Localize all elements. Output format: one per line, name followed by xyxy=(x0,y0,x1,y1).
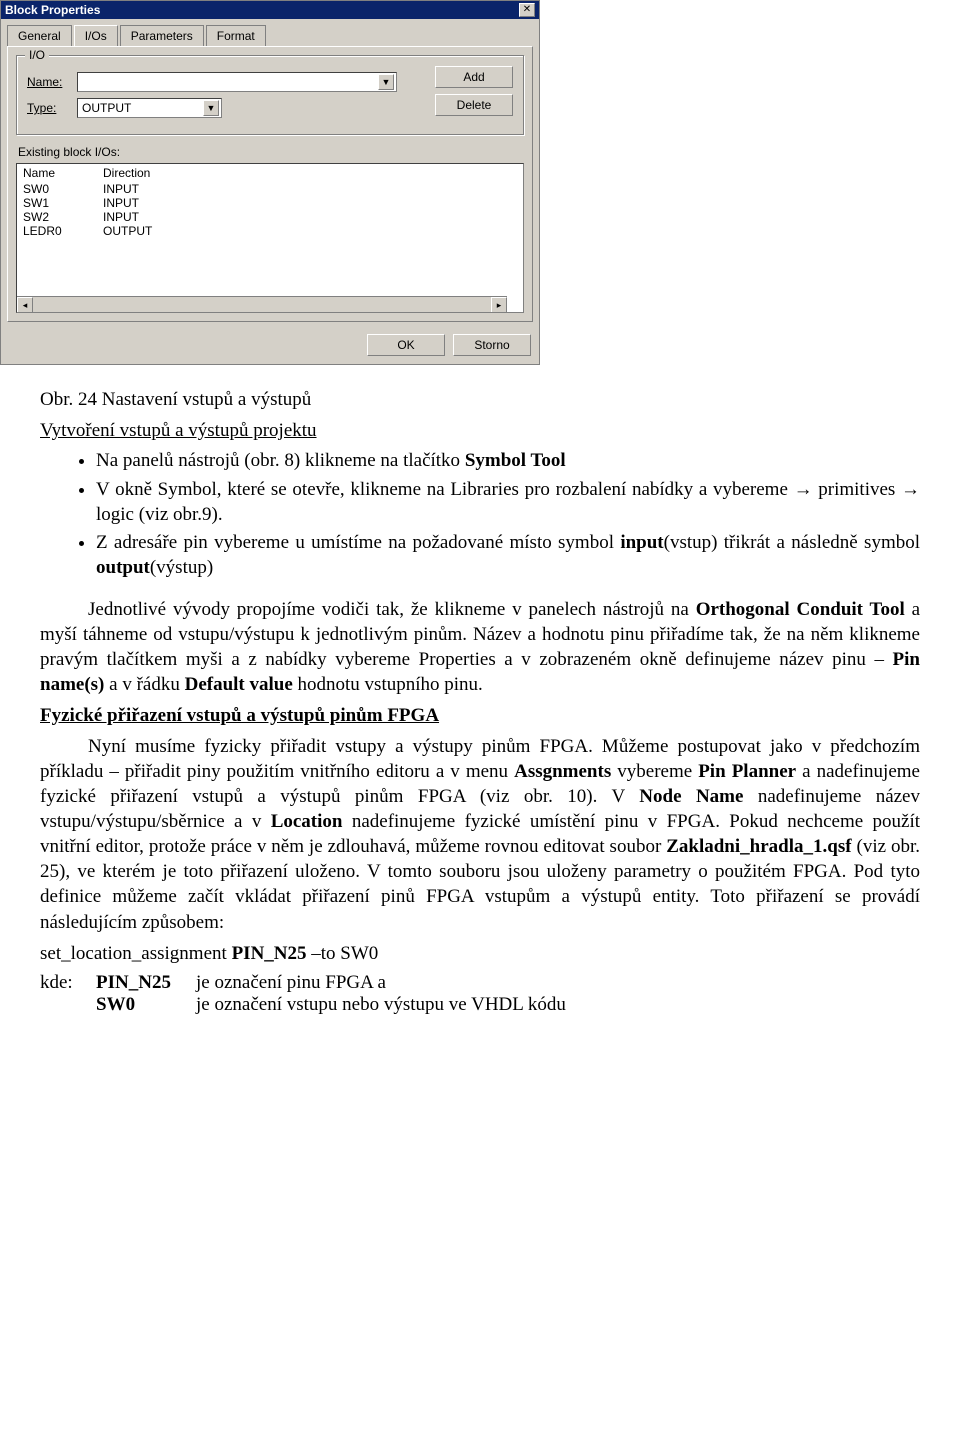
dialog-title: Block Properties xyxy=(5,3,100,17)
scroll-left-icon[interactable]: ◂ xyxy=(17,297,33,313)
name-label: Name: xyxy=(27,75,77,89)
delete-button[interactable]: Delete xyxy=(435,94,513,116)
dialog-tabs: General I/Os Parameters Format xyxy=(1,19,539,46)
table-row[interactable]: SW2 INPUT xyxy=(17,210,523,224)
existing-ios-label: Existing block I/Os: xyxy=(18,145,524,159)
paragraph-1: Jednotlivé vývody propojíme vodiči tak, … xyxy=(40,597,920,697)
type-value: OUTPUT xyxy=(82,101,131,115)
io-legend: I/O xyxy=(25,48,49,62)
block-properties-dialog: Block Properties ✕ General I/Os Paramete… xyxy=(0,0,540,365)
dialog-footer: OK Storno xyxy=(1,328,539,364)
paragraph-2: Nyní musíme fyzicky přiřadit vstupy a vý… xyxy=(40,734,920,935)
table-row[interactable]: LEDR0 OUTPUT xyxy=(17,224,523,238)
ok-button[interactable]: OK xyxy=(367,334,445,356)
document-body: Obr. 24 Nastavení vstupů a výstupů Vytvo… xyxy=(0,365,960,1036)
definition-row-1: kde: PIN_N25 je označení pinu FPGA a xyxy=(40,972,920,994)
list-item: V okně Symbol, které se otevře, klikneme… xyxy=(96,478,920,527)
def-key-1: PIN_N25 xyxy=(96,972,196,994)
horizontal-scrollbar[interactable]: ◂ ▸ xyxy=(17,296,507,312)
scroll-right-icon[interactable]: ▸ xyxy=(491,297,507,313)
def-key-2: SW0 xyxy=(96,994,196,1016)
col-direction: Direction xyxy=(97,164,523,182)
type-label: Type: xyxy=(27,101,77,115)
cancel-button[interactable]: Storno xyxy=(453,334,531,356)
section-title-1: Vytvoření vstupů a výstupů projektu xyxy=(40,418,920,443)
table-row[interactable]: SW1 INPUT xyxy=(17,196,523,210)
col-name: Name xyxy=(17,164,97,182)
def-val-2: je označení vstupu nebo výstupu ve VHDL … xyxy=(196,994,566,1016)
dialog-titlebar[interactable]: Block Properties ✕ xyxy=(1,1,539,19)
io-listbox[interactable]: Name Direction SW0 INPUT SW1 INPUT SW2 I… xyxy=(16,163,524,313)
list-header: Name Direction xyxy=(17,164,523,182)
type-combo[interactable]: OUTPUT ▼ xyxy=(77,98,222,118)
tab-general[interactable]: General xyxy=(7,25,72,46)
code-line: set_location_assignment PIN_N25 –to SW0 xyxy=(40,941,920,966)
tab-format[interactable]: Format xyxy=(206,25,266,46)
add-button[interactable]: Add xyxy=(435,66,513,88)
close-icon[interactable]: ✕ xyxy=(519,3,535,17)
bullet-list: Na panelů nástrojů (obr. 8) klikneme na … xyxy=(40,449,920,580)
list-item: Na panelů nástrojů (obr. 8) klikneme na … xyxy=(96,449,920,474)
chevron-down-icon[interactable]: ▼ xyxy=(203,100,219,116)
table-row[interactable]: SW0 INPUT xyxy=(17,182,523,196)
tab-parameters[interactable]: Parameters xyxy=(120,25,204,46)
io-groupbox: I/O Name: ▼ Type: OUTPUT ▼ xyxy=(16,55,524,135)
def-val-1: je označení pinu FPGA a xyxy=(196,972,386,994)
figure-caption: Obr. 24 Nastavení vstupů a výstupů xyxy=(40,387,920,412)
section-title-2: Fyzické přiřazení vstupů a výstupů pinům… xyxy=(40,703,920,728)
tab-panel: I/O Name: ▼ Type: OUTPUT ▼ xyxy=(7,46,533,322)
chevron-down-icon[interactable]: ▼ xyxy=(378,74,394,90)
list-item: Z adresáře pin vybereme u umístíme na po… xyxy=(96,531,920,580)
kde-label: kde: xyxy=(40,972,96,994)
name-combo[interactable]: ▼ xyxy=(77,72,397,92)
definition-row-2: SW0 je označení vstupu nebo výstupu ve V… xyxy=(40,994,920,1016)
tab-ios[interactable]: I/Os xyxy=(74,25,118,46)
